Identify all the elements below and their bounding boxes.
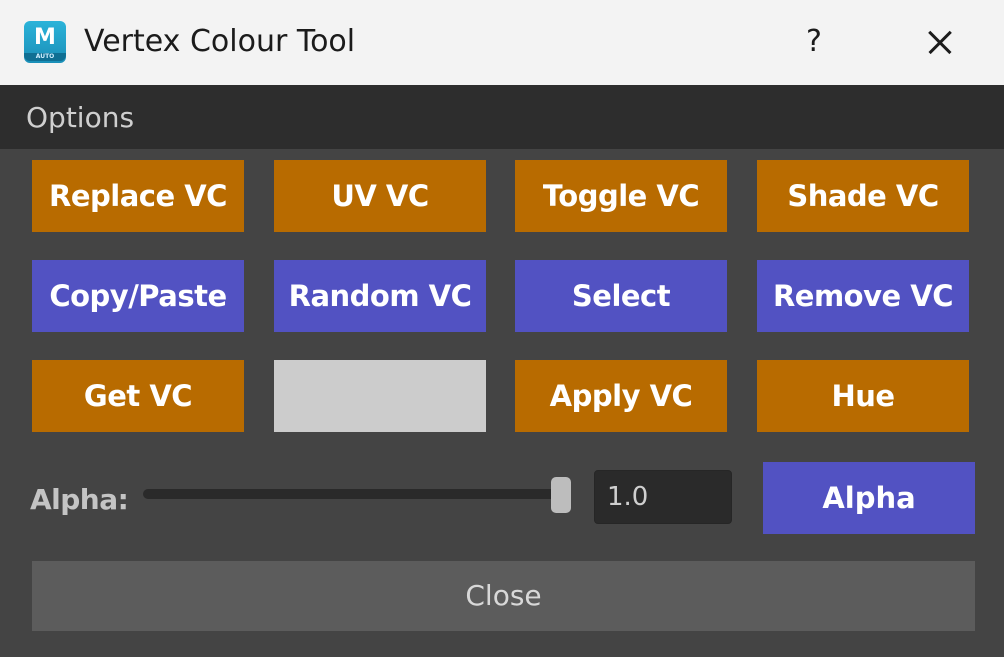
close-icon[interactable] xyxy=(912,18,968,66)
alpha-slider-track[interactable] xyxy=(143,489,565,499)
copy-paste-button[interactable]: Copy/Paste xyxy=(32,260,244,332)
toggle-vc-button[interactable]: Toggle VC xyxy=(515,160,727,232)
apply-vc-button[interactable]: Apply VC xyxy=(515,360,727,432)
random-vc-button[interactable]: Random VC xyxy=(274,260,486,332)
select-button[interactable]: Select xyxy=(515,260,727,332)
window-title: Vertex Colour Tool xyxy=(84,24,356,59)
shade-vc-button[interactable]: Shade VC xyxy=(757,160,969,232)
maya-app-icon: M AUTO xyxy=(24,21,66,63)
help-button[interactable]: ? xyxy=(790,18,838,66)
alpha-button[interactable]: Alpha xyxy=(763,462,975,534)
hue-button[interactable]: Hue xyxy=(757,360,969,432)
vertex-colour-tool-window: M AUTO Vertex Colour Tool ? Options Repl… xyxy=(0,0,1004,657)
uv-vc-button[interactable]: UV VC xyxy=(274,160,486,232)
options-label: Options xyxy=(26,101,135,134)
app-icon-letter: M xyxy=(34,25,56,50)
close-button[interactable]: Close xyxy=(32,561,975,631)
alpha-value-field[interactable]: 1.0 xyxy=(594,470,732,524)
alpha-slider-handle[interactable] xyxy=(551,477,571,513)
alpha-label: Alpha: xyxy=(30,483,129,516)
app-icon-subtext: AUTO xyxy=(24,53,66,61)
get-vc-button[interactable]: Get VC xyxy=(32,360,244,432)
options-header[interactable]: Options xyxy=(0,85,1004,149)
remove-vc-button[interactable]: Remove VC xyxy=(757,260,969,332)
title-bar: M AUTO Vertex Colour Tool ? xyxy=(0,0,1004,85)
colour-swatch[interactable] xyxy=(274,360,486,432)
replace-vc-button[interactable]: Replace VC xyxy=(32,160,244,232)
